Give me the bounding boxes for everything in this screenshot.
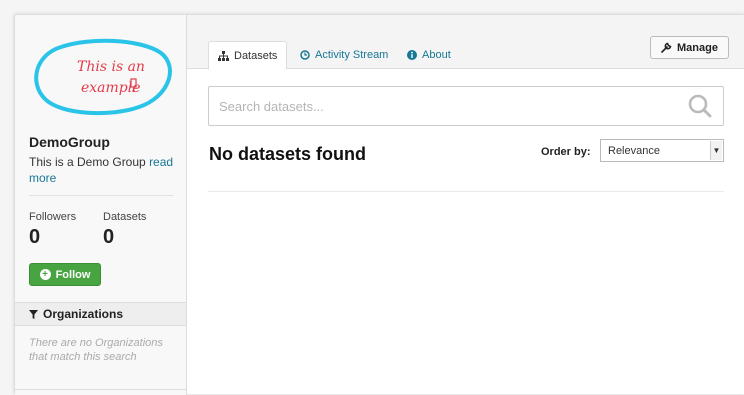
group-description-text: This is a Demo Group bbox=[29, 155, 146, 169]
info-icon bbox=[407, 50, 417, 60]
organizations-facet-heading: Organizations bbox=[15, 302, 186, 326]
manage-button[interactable]: Manage bbox=[650, 36, 729, 59]
tab-activity-stream-label: Activity Stream bbox=[315, 49, 389, 61]
wrench-icon bbox=[661, 42, 672, 53]
followers-count: 0 bbox=[29, 226, 41, 248]
divider bbox=[208, 191, 724, 192]
chevron-down-icon: ▼ bbox=[710, 141, 722, 160]
search-icon[interactable] bbox=[685, 91, 715, 121]
organizations-heading-text: Organizations bbox=[43, 307, 124, 321]
clock-icon bbox=[300, 50, 310, 60]
order-by-value: Relevance bbox=[608, 144, 660, 157]
svg-text:example: example bbox=[81, 80, 141, 96]
group-logo-image: This is an example bbox=[34, 38, 172, 116]
order-by-label: Order by: bbox=[541, 146, 591, 158]
group-sidebar: This is an example DemoGroup This is a D… bbox=[15, 15, 187, 395]
tab-activity-stream[interactable]: Activity Stream bbox=[300, 41, 388, 69]
datasets-label: Datasets bbox=[103, 211, 147, 223]
sitemap-icon bbox=[218, 50, 229, 61]
plus-circle-icon: + bbox=[39, 269, 51, 280]
page-frame: This is an example DemoGroup This is a D… bbox=[14, 14, 744, 395]
main-content: Datasets Activity Stream About Manage Se… bbox=[187, 15, 744, 395]
group-name: DemoGroup bbox=[29, 134, 110, 150]
tab-bar: Datasets Activity Stream About Manage bbox=[187, 15, 744, 70]
group-description: This is a Demo Group read more bbox=[29, 154, 179, 186]
filter-icon bbox=[29, 309, 38, 319]
divider bbox=[29, 195, 173, 196]
tab-about-label: About bbox=[422, 49, 451, 61]
results-heading: No datasets found bbox=[209, 144, 367, 164]
followers-label: Followers bbox=[29, 211, 77, 223]
manage-button-label: Manage bbox=[677, 41, 718, 54]
tab-datasets-label: Datasets bbox=[234, 49, 278, 62]
divider bbox=[15, 389, 186, 390]
follow-button-label: Follow bbox=[55, 268, 91, 281]
organizations-empty-message: There are no Organizations that match th… bbox=[29, 337, 163, 363]
follow-button[interactable]: + Follow bbox=[29, 263, 101, 286]
followers-stat: Followers 0 bbox=[29, 211, 76, 249]
datasets-count: 0 bbox=[103, 226, 115, 248]
search-input[interactable] bbox=[209, 87, 685, 125]
svg-text:This is an: This is an bbox=[77, 59, 145, 75]
search-box bbox=[208, 86, 724, 126]
datasets-stat: Datasets 0 bbox=[103, 211, 146, 249]
order-by-select[interactable]: Relevance ▼ bbox=[600, 139, 724, 162]
tab-datasets[interactable]: Datasets bbox=[208, 41, 288, 70]
tab-about[interactable]: About bbox=[407, 41, 451, 69]
